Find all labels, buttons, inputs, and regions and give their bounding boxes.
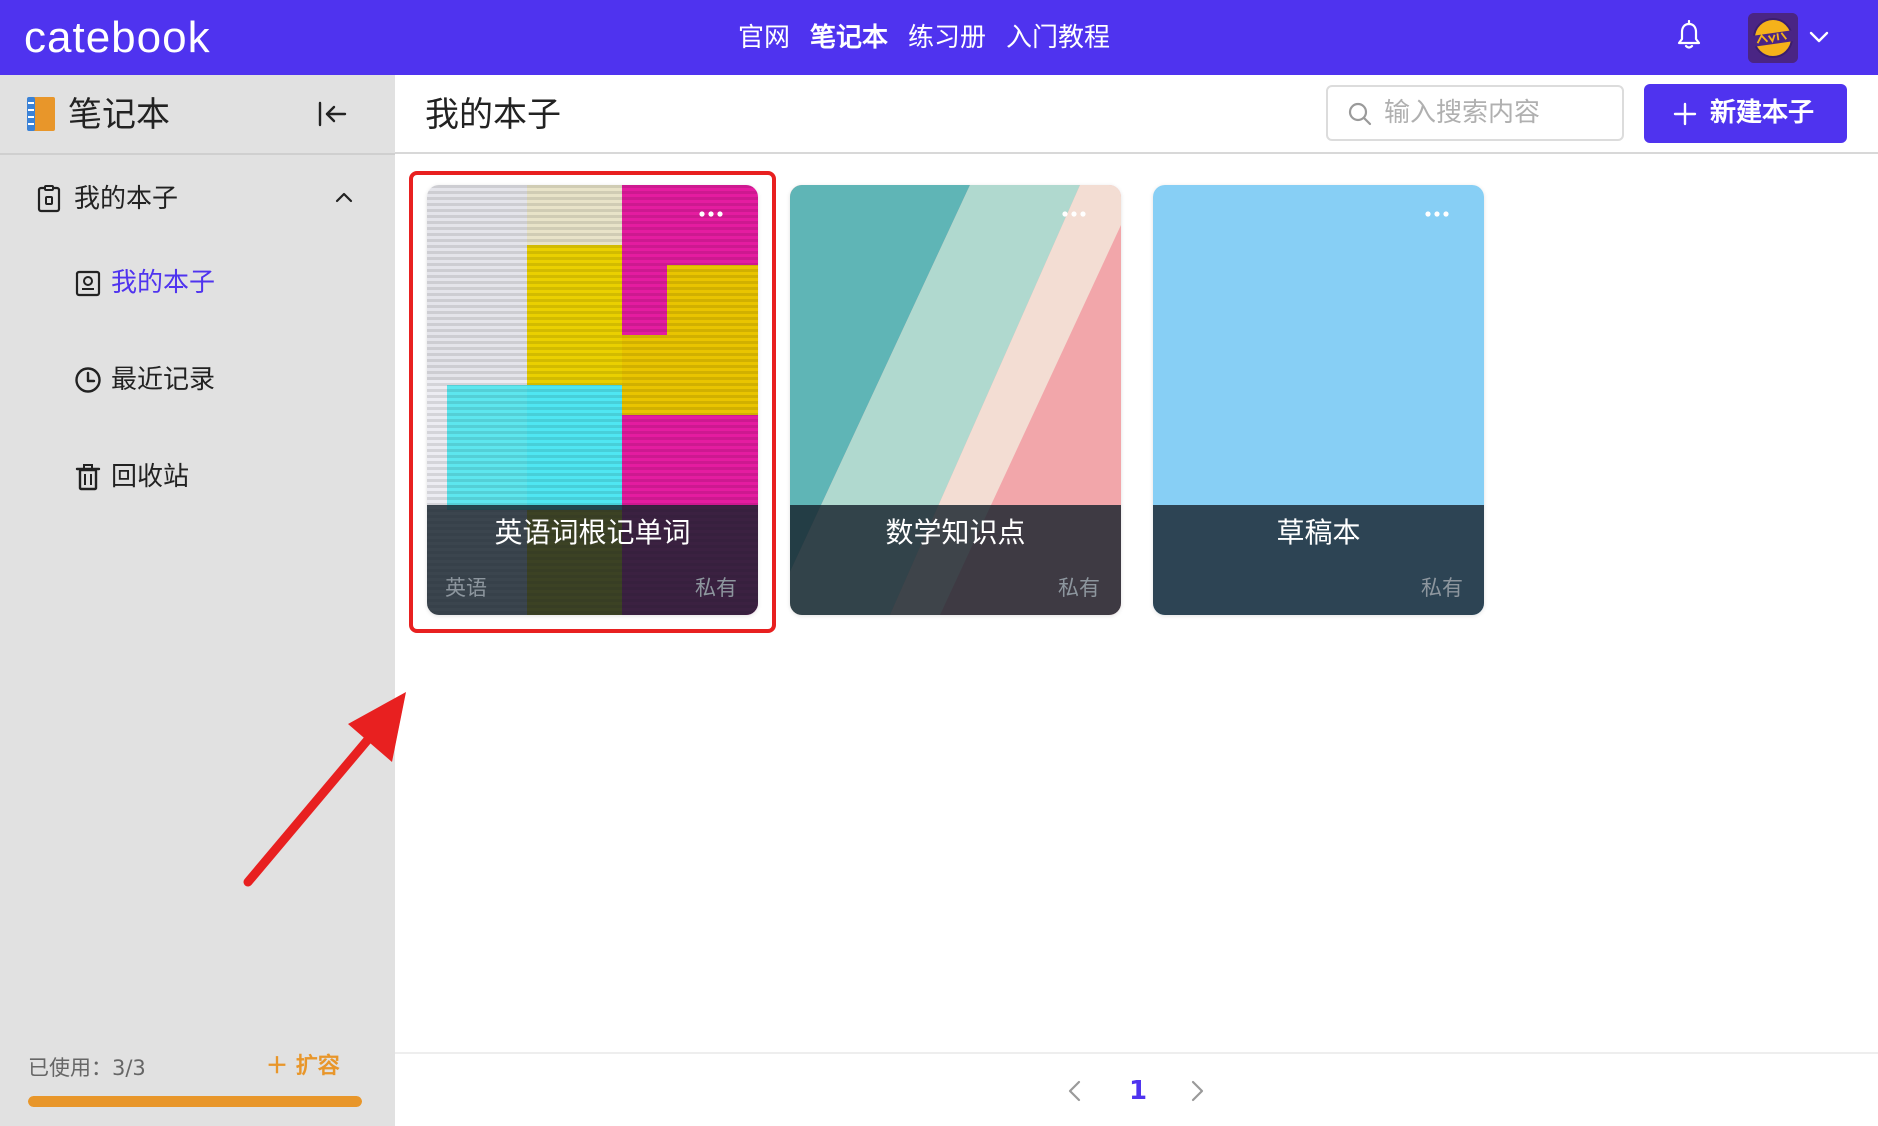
page-title: 我的本子 <box>425 95 561 135</box>
more-options-icon[interactable] <box>1061 209 1087 219</box>
collapse-sidebar-icon[interactable] <box>316 99 348 129</box>
pagination-divider <box>395 1052 1878 1054</box>
new-book-label: 新建本子 <box>1710 98 1815 128</box>
chevron-down-icon[interactable] <box>1808 28 1830 46</box>
top-nav-tutorial[interactable]: 入门教程 <box>1006 18 1110 58</box>
card-footer: 草稿本 私有 <box>1153 505 1484 615</box>
card-tag: 英语 <box>445 576 487 600</box>
sidebar-group-my-books[interactable]: 我的本子 <box>0 175 395 225</box>
plus-icon <box>1673 102 1697 126</box>
clock-icon <box>75 367 101 393</box>
top-nav-notebook[interactable]: 笔记本 <box>810 18 888 58</box>
card-privacy: 私有 <box>1421 576 1463 600</box>
storage-progress-fill <box>28 1096 362 1107</box>
sidebar: 笔记本 我的本子 我的本子 最近记录 回收站 已使用：3/3 ＋ 扩容 <box>0 75 395 1126</box>
more-options-icon[interactable] <box>698 209 724 219</box>
sidebar-item-recent[interactable]: 最近记录 <box>0 352 395 408</box>
search-icon <box>1348 102 1372 126</box>
card-title: 英语词根记单词 <box>494 516 691 549</box>
top-nav-website[interactable]: 官网 <box>738 18 790 58</box>
pagination-page-current[interactable]: 1 <box>1128 1072 1148 1110</box>
sidebar-item-label: 最近记录 <box>111 365 216 395</box>
notebook-card[interactable]: 数学知识点 私有 <box>790 185 1121 615</box>
notebook-logo-icon <box>27 97 55 131</box>
chevron-right-icon[interactable] <box>1186 1078 1208 1104</box>
sidebar-item-label: 回收站 <box>111 462 190 492</box>
storage-progress-bar <box>28 1096 362 1107</box>
top-nav: 官网 笔记本 练习册 入门教程 <box>738 18 1110 58</box>
sidebar-title: 笔记本 <box>68 95 170 135</box>
new-book-button[interactable]: 新建本子 <box>1644 84 1847 143</box>
storage-usage-label: 已使用：3/3 <box>28 1056 146 1080</box>
card-privacy: 私有 <box>695 576 737 600</box>
sidebar-group-label: 我的本子 <box>74 184 179 214</box>
search-box[interactable] <box>1326 85 1624 141</box>
search-input[interactable] <box>1384 93 1609 133</box>
user-avatar[interactable] <box>1748 13 1798 63</box>
notebook-icon <box>75 270 101 297</box>
chevron-up-icon[interactable] <box>334 189 354 205</box>
card-footer: 英语词根记单词 英语 私有 <box>427 505 758 615</box>
sidebar-header: 笔记本 <box>0 75 395 155</box>
sidebar-item-trash[interactable]: 回收站 <box>0 449 395 505</box>
notebook-card[interactable]: 英语词根记单词 英语 私有 <box>427 185 758 615</box>
sidebar-item-label: 我的本子 <box>111 268 216 298</box>
top-nav-workbook[interactable]: 练习册 <box>908 18 986 58</box>
sidebar-item-my-books[interactable]: 我的本子 <box>0 255 395 311</box>
expand-storage-button[interactable]: ＋ 扩容 <box>266 1051 340 1083</box>
lakers-logo-icon <box>1748 13 1798 63</box>
more-options-icon[interactable] <box>1424 209 1450 219</box>
chevron-left-icon[interactable] <box>1064 1078 1086 1104</box>
notebook-card[interactable]: 草稿本 私有 <box>1153 185 1484 615</box>
card-footer: 数学知识点 私有 <box>790 505 1121 615</box>
bell-icon[interactable] <box>1676 20 1702 50</box>
notebook-app: catebook 官网 笔记本 练习册 入门教程 笔记本 我的本子 我的本子 最… <box>0 0 1878 1126</box>
card-title: 草稿本 <box>1276 516 1361 549</box>
notebook-icon <box>37 185 61 213</box>
brand-logo[interactable]: catebook <box>24 10 211 66</box>
card-title: 数学知识点 <box>885 516 1026 549</box>
top-bar: catebook 官网 笔记本 练习册 入门教程 <box>0 0 1878 75</box>
main-header: 我的本子 新建本子 <box>395 75 1878 154</box>
plus-icon: ＋ <box>266 1054 289 1079</box>
card-privacy: 私有 <box>1058 576 1100 600</box>
trash-icon <box>75 464 101 491</box>
expand-storage-label: 扩容 <box>295 1054 340 1079</box>
main-content: 我的本子 新建本子 <box>395 75 1878 1126</box>
